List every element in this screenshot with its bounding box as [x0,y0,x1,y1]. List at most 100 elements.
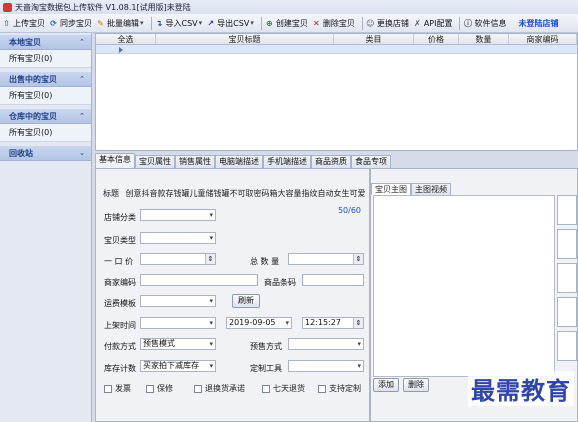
column-select-all[interactable]: 全选 [96,34,156,44]
stock-label: 库存计数 [104,364,136,373]
thumbnail-slot[interactable] [557,297,577,327]
list-time-label: 上架时间 [104,321,136,330]
create-item-button[interactable]: ⊕ 创建宝贝 [265,18,308,29]
barcode-label: 商品条码 [264,278,296,287]
sidebar-item-onsale-all[interactable]: 所有宝贝(0) [0,87,91,105]
payment-label: 付款方式 [104,342,136,351]
list-time-select[interactable] [140,317,216,329]
sidebar-item-local-all[interactable]: 所有宝贝(0) [0,50,91,68]
basic-info-form: 标题 创意抖音款存钱罐儿童储钱罐不可取密码箱大容量指纹自动女生可爱 50/60 … [95,168,370,422]
list-time-stepper[interactable]: 12:15:27 [302,317,364,329]
warranty-checkbox[interactable]: 保修 [146,383,173,394]
column-category[interactable]: 类目 [334,34,414,44]
app-icon [3,2,12,12]
delete-image-button[interactable]: 删除 [403,378,429,392]
upload-icon: ⇧ [3,18,10,28]
invoice-checkbox[interactable]: 发票 [104,383,131,394]
item-type-label: 宝贝类型 [104,236,136,245]
thumbnail-slot[interactable] [557,263,577,293]
merchant-code-input[interactable] [140,274,258,286]
chevron-up-icon: ⌃ [79,75,85,83]
presale-label: 预售方式 [250,342,282,351]
column-price[interactable]: 价格 [414,34,459,44]
title-bar: 天啬淘宝数据包上传软件 V1.08.1[试用版]未登陆 [0,0,578,14]
delete-item-button[interactable]: ✕ 删除宝贝 [312,18,355,29]
upload-button[interactable]: ⇧ 上传宝贝 [2,18,45,29]
tab-pc-description[interactable]: 电脑端描述 [215,155,263,168]
return-promise-checkbox[interactable]: 退换货承诺 [194,383,245,394]
column-merchant-code[interactable]: 商家编码 [509,34,577,44]
thumbnail-slot[interactable] [557,229,577,259]
image-tabs: 宝贝主图 主图视频 [371,183,451,195]
chevron-up-icon: ⌃ [79,112,85,120]
tab-qualification[interactable]: 商品资质 [311,155,351,168]
export-icon: ↗ [207,18,215,28]
switch-shop-button[interactable]: ☺ 更换店铺 [366,18,409,29]
toolbar: ⇧上传宝贝 ⟳同步宝贝 ✎批量编辑 ↴导入CSV ↗导出CSV ⊕创建宝贝 ✕删… [0,14,578,33]
sidebar-item-warehouse-all[interactable]: 所有宝贝(0) [0,124,91,142]
items-table: 全选 宝贝标题 类目 价格 数量 商家编码 [95,33,578,151]
toolbar-separator [459,16,461,30]
info-icon: ⓘ [463,18,472,28]
tab-sales-attributes[interactable]: 销售属性 [175,155,215,168]
title-row: 标题 创意抖音款存钱罐儿童储钱罐不可取密码箱大容量指纹自动女生可爱 [96,187,369,201]
export-csv-button[interactable]: ↗ 导出CSV [206,18,254,29]
table-row[interactable] [96,45,577,54]
list-date-picker[interactable]: 2019-09-05 [226,317,292,329]
shipping-template-select[interactable] [140,295,216,307]
refresh-button[interactable]: 刷新 [232,294,260,308]
title-label: 标题 [103,189,119,198]
api-config-button[interactable]: ✗ API配置 [413,18,453,29]
seven-day-return-checkbox[interactable]: 七天退货 [262,383,305,394]
row-pointer-icon [119,47,123,53]
wrench-icon: ✗ [413,18,421,28]
barcode-input[interactable] [302,274,364,286]
payment-select[interactable]: 预售模式 [140,338,216,350]
main-image-preview [373,195,555,377]
presale-select[interactable] [288,338,364,350]
import-csv-button[interactable]: ↴ 导入CSV [155,18,203,29]
chevron-up-icon: ⌃ [79,38,85,46]
window-title: 天啬淘宝数据包上传软件 V1.08.1[试用版]未登陆 [15,2,191,12]
sync-icon: ⟳ [50,18,57,28]
tab-main-images[interactable]: 宝贝主图 [371,183,411,195]
toolbar-separator [361,16,363,30]
column-title[interactable]: 宝贝标题 [156,34,334,44]
thumbnail-slot[interactable] [557,195,577,225]
merchant-code-label: 商家编码 [104,278,136,287]
shop-category-select[interactable] [140,209,216,221]
sidebar-group-warehouse[interactable]: 仓库中的宝贝 ⌃ [0,109,91,124]
stock-select[interactable]: 买家拍下减库存 [140,360,216,372]
detail-tabs: 基本信息 宝贝属性 销售属性 电脑端描述 手机端描述 商品资质 食品专项 [95,153,578,168]
user-icon: ☺ [366,18,375,28]
login-status-link[interactable]: 未登陆店铺 [518,18,558,29]
add-image-button[interactable]: 添加 [373,378,399,392]
total-qty-stepper[interactable] [288,253,364,265]
price-stepper[interactable] [140,253,216,265]
tab-item-attributes[interactable]: 宝贝属性 [135,155,175,168]
sidebar: 本地宝贝 ⌃ 所有宝贝(0) 出售中的宝贝 ⌃ 所有宝贝(0) 仓库中的宝贝 ⌃ 所有… [0,33,92,422]
custom-tool-select[interactable] [288,360,364,372]
thumbnail-slot[interactable] [557,331,577,361]
import-icon: ↴ [155,18,163,28]
software-info-button[interactable]: ⓘ 软件信息 [463,18,507,29]
customization-checkbox[interactable]: 支持定制 [318,383,361,394]
total-qty-label: 总 数 量 [250,257,280,266]
sidebar-group-onsale[interactable]: 出售中的宝贝 ⌃ [0,72,91,87]
tab-main-video[interactable]: 主图视频 [411,183,451,195]
sidebar-group-local[interactable]: 本地宝贝 ⌃ [0,35,91,50]
tab-food[interactable]: 食品专项 [351,155,391,168]
sync-button[interactable]: ⟳ 同步宝贝 [49,18,92,29]
tab-mobile-description[interactable]: 手机端描述 [263,155,311,168]
plus-icon: ⊕ [265,18,273,28]
toolbar-separator [150,16,152,30]
sidebar-group-recycle[interactable]: 回收站 ⌄ [0,146,91,161]
shipping-template-label: 运费模板 [104,299,136,308]
batch-edit-button[interactable]: ✎ 批量编辑 [96,18,144,29]
thumbnail-list [557,195,577,365]
column-quantity[interactable]: 数量 [459,34,509,44]
title-input[interactable]: 创意抖音款存钱罐儿童储钱罐不可取密码箱大容量指纹自动女生可爱 [126,189,366,198]
chevron-down-icon: ⌄ [79,149,85,157]
item-type-select[interactable] [140,232,216,244]
tab-basic-info[interactable]: 基本信息 [95,153,135,168]
